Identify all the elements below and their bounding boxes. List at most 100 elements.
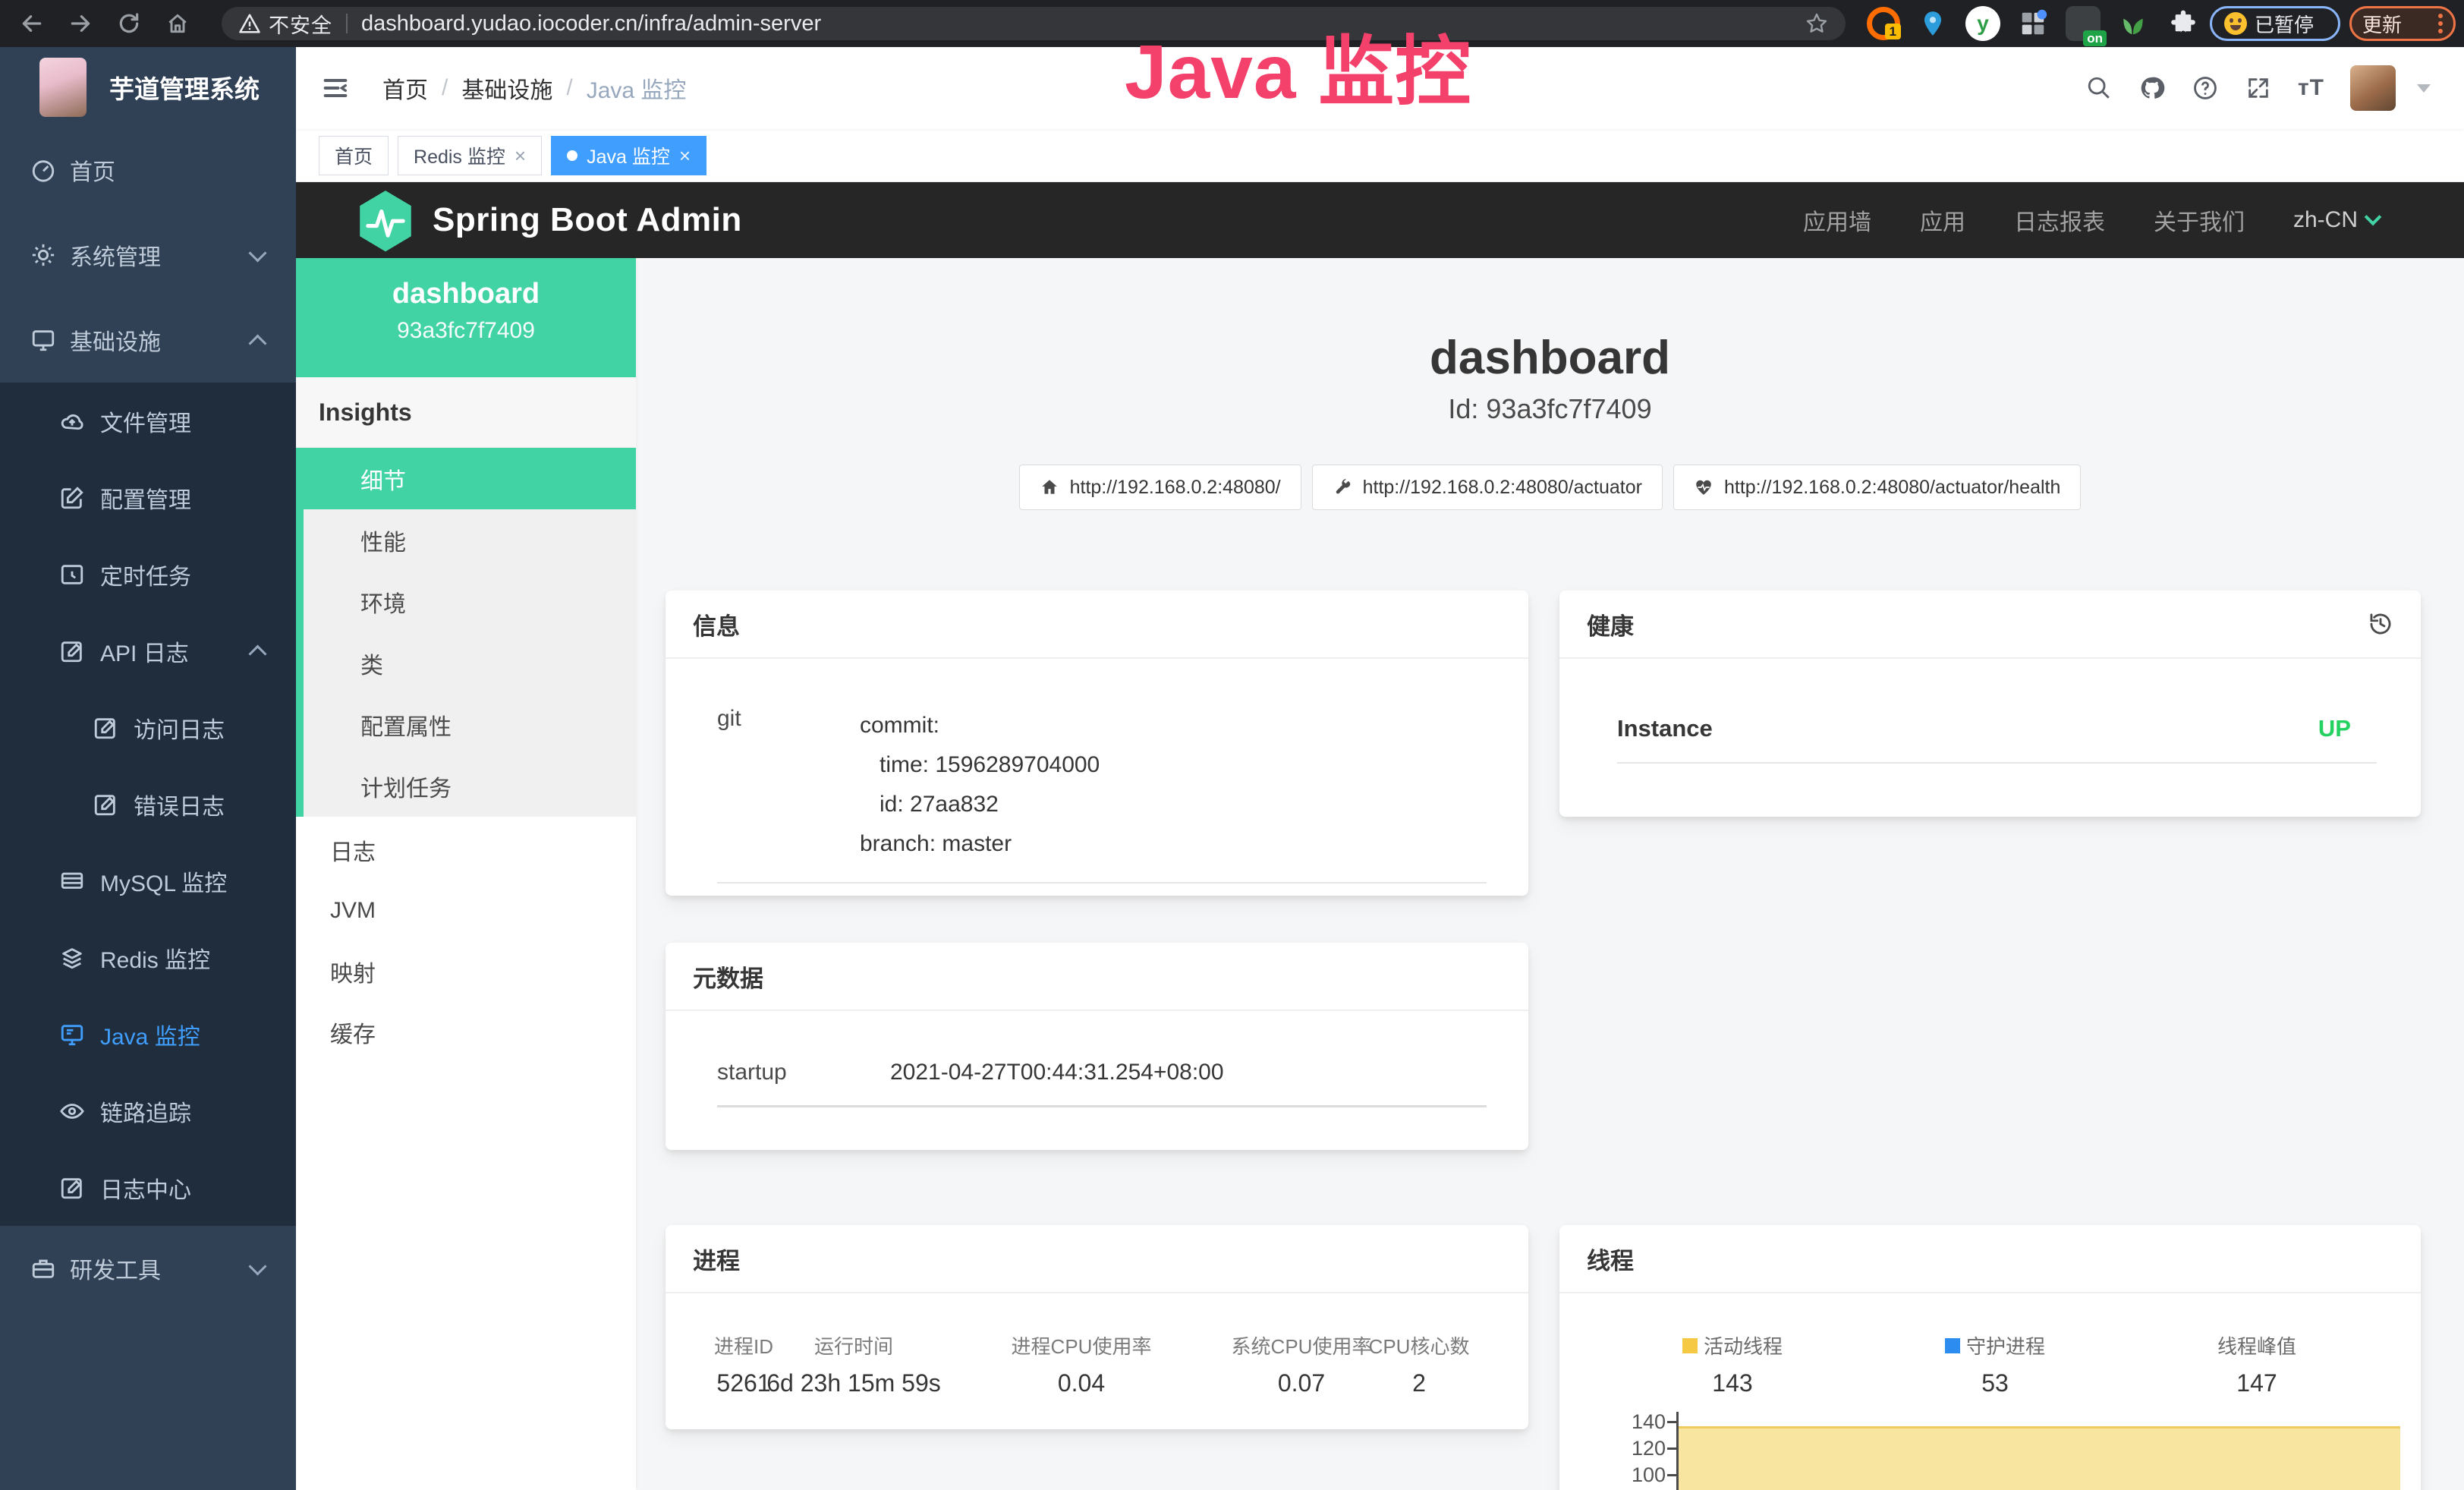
browser-update-button[interactable]: 更新 — [2349, 6, 2456, 41]
sba-nav-about[interactable]: 关于我们 — [2154, 203, 2245, 237]
sba-item-logs[interactable]: 日志 — [296, 820, 636, 880]
sidebar-item-log-center[interactable]: 日志中心 — [0, 1149, 296, 1226]
card-health-title: 健康 — [1587, 607, 1634, 641]
close-icon[interactable]: × — [679, 146, 691, 165]
github-icon[interactable] — [2138, 74, 2166, 102]
spring-boot-admin-logo-icon[interactable] — [357, 189, 414, 251]
sba-nav-menu: 应用墙 应用 日志报表 关于我们 zh-CN — [1803, 203, 2464, 237]
sba-nav-wallboard[interactable]: 应用墙 — [1803, 203, 1871, 237]
sba-item-caches[interactable]: 缓存 — [296, 1002, 636, 1063]
process-header-cpus: CPU核心数 — [1369, 1331, 1470, 1359]
gear-icon — [30, 242, 56, 268]
sidebar-item-label: 配置管理 — [100, 481, 191, 515]
sidebar-item-infra[interactable]: 基础设施 — [0, 298, 296, 383]
extension-icon-grid[interactable] — [2016, 6, 2050, 41]
sba-insights-group: 细节 性能 环境 类 配置属性 计划任务 — [296, 448, 636, 817]
health-instance-row[interactable]: Instance UP — [1559, 659, 2421, 742]
tab-redis-monitor[interactable]: Redis 监控 × — [398, 136, 542, 175]
breadcrumb-item-infra[interactable]: 基础设施 — [461, 71, 552, 105]
process-value-process-cpu: 0.04 — [1058, 1369, 1105, 1397]
sba-item-config-props[interactable]: 配置属性 — [304, 694, 636, 755]
font-size-icon[interactable]: ᴛT — [2298, 75, 2324, 101]
avatar[interactable] — [2350, 65, 2396, 111]
sidebar-item-scheduled-jobs[interactable]: 定时任务 — [0, 536, 296, 613]
sidebar-item-tracing[interactable]: 链路追踪 — [0, 1073, 296, 1149]
url-text: dashboard.yudao.iocoder.cn/infra/admin-s… — [361, 11, 821, 36]
actuator-url-button[interactable]: http://192.168.0.2:48080/actuator — [1312, 465, 1663, 510]
search-icon[interactable] — [2085, 74, 2113, 102]
sba-nav-applications[interactable]: 应用 — [1920, 203, 1965, 237]
sba-item-classes[interactable]: 类 — [304, 632, 636, 694]
bookmark-star-icon[interactable] — [1805, 11, 1829, 36]
extension-icon-pin[interactable] — [1915, 6, 1950, 41]
extension-icon-c[interactable]: 1 — [1867, 7, 1900, 40]
extension-icon-y[interactable]: y — [1965, 6, 2000, 41]
sba-item-details[interactable]: 细节 — [304, 448, 636, 509]
extension-icon-leaf[interactable] — [2116, 6, 2151, 41]
avatar-caret-icon[interactable] — [2417, 84, 2431, 93]
y-tick-label: 120 — [1606, 1437, 1666, 1460]
sba-item-scheduled-tasks[interactable]: 计划任务 — [304, 755, 636, 817]
sidebar-item-file-manage[interactable]: 文件管理 — [0, 383, 296, 459]
sba-item-mappings[interactable]: 映射 — [296, 941, 636, 1002]
health-url-button[interactable]: http://192.168.0.2:48080/actuator/health — [1673, 465, 2081, 510]
history-icon[interactable] — [2368, 611, 2393, 637]
legend-peak-threads: 线程峰值 — [2217, 1331, 2296, 1359]
browser-address-bar[interactable]: 不安全 dashboard.yudao.iocoder.cn/infra/adm… — [222, 7, 1846, 40]
git-branch-line: branch: master — [860, 824, 1487, 864]
git-id-line: id: 27aa832 — [860, 785, 1487, 824]
git-commit-line: commit: — [860, 706, 1487, 745]
breadcrumb-item-home[interactable]: 首页 — [382, 71, 428, 105]
sidebar-item-dev-tools[interactable]: 研发工具 — [0, 1226, 296, 1311]
instance-row-label: Instance — [1617, 715, 1713, 742]
paused-extension-button[interactable]: 已暂停 — [2210, 6, 2340, 41]
sidebar-item-label: MySQL 监控 — [100, 865, 227, 898]
legend-live-threads: 活动线程 — [1682, 1331, 1783, 1359]
sidebar-item-system[interactable]: 系统管理 — [0, 213, 296, 298]
tab-label: Redis 监控 — [414, 142, 505, 169]
tab-java-monitor[interactable]: Java 监控 × — [551, 136, 706, 175]
browser-home-icon[interactable] — [161, 7, 194, 40]
sba-item-metrics[interactable]: 性能 — [304, 509, 636, 571]
hamburger-icon[interactable] — [320, 73, 351, 103]
instance-links: http://192.168.0.2:48080/ http://192.168… — [636, 465, 2464, 510]
legend-yellow-square-icon — [1682, 1338, 1698, 1353]
dashboard-icon — [30, 157, 56, 183]
y-tick-mark — [1667, 1421, 1676, 1423]
sba-sidebar: dashboard 93a3fc7f7409 Insights 细节 性能 环境… — [296, 258, 636, 1490]
browser-reload-icon[interactable] — [112, 7, 146, 40]
fullscreen-icon[interactable] — [2245, 74, 2272, 102]
sidebar-item-api-logs[interactable]: API 日志 — [0, 613, 296, 689]
extension-icon-screenshot[interactable]: on — [2066, 6, 2101, 41]
sba-brand-title[interactable]: Spring Boot Admin — [433, 201, 742, 239]
app-sidebar: 芋道管理系统 首页 系统管理 基础设施 文件管理 配置管理 — [0, 47, 296, 1490]
sba-nav-journal[interactable]: 日志报表 — [2014, 203, 2105, 237]
help-icon[interactable] — [2192, 74, 2219, 102]
browser-forward-icon[interactable] — [64, 7, 97, 40]
sidebar-item-label: 系统管理 — [70, 238, 161, 272]
tab-label: 首页 — [335, 142, 373, 169]
close-icon[interactable]: × — [515, 146, 526, 165]
sba-item-jvm[interactable]: JVM — [296, 880, 636, 941]
sidebar-item-label: 链路追踪 — [100, 1095, 191, 1128]
card-metadata-title: 元数据 — [666, 943, 1528, 1011]
sidebar-item-access-logs[interactable]: 访问日志 — [0, 689, 296, 766]
y-tick-mark — [1667, 1474, 1676, 1476]
sidebar-item-mysql-monitor[interactable]: MySQL 监控 — [0, 843, 296, 919]
value-peak-threads: 147 — [2236, 1369, 2277, 1397]
instance-header[interactable]: dashboard 93a3fc7f7409 — [296, 258, 636, 377]
sba-nav-locale[interactable]: zh-CN — [2293, 207, 2379, 233]
sidebar-item-error-logs[interactable]: 错误日志 — [0, 766, 296, 843]
browser-back-icon[interactable] — [15, 7, 49, 40]
extensions-puzzle-icon[interactable] — [2166, 6, 2201, 41]
sidebar-item-home[interactable]: 首页 — [0, 128, 296, 213]
sba-item-environment[interactable]: 环境 — [304, 571, 636, 632]
app-logo-row[interactable]: 芋道管理系统 — [0, 47, 296, 128]
sidebar-item-config-manage[interactable]: 配置管理 — [0, 459, 296, 536]
sidebar-item-java-monitor[interactable]: Java 监控 — [0, 996, 296, 1073]
process-value-pid: 5261 — [716, 1369, 770, 1397]
service-url-button[interactable]: http://192.168.0.2:48080/ — [1019, 465, 1301, 510]
tab-home[interactable]: 首页 — [319, 136, 389, 175]
breadcrumb: 首页 / 基础设施 / Java 监控 — [382, 71, 686, 105]
sidebar-item-redis-monitor[interactable]: Redis 监控 — [0, 919, 296, 996]
